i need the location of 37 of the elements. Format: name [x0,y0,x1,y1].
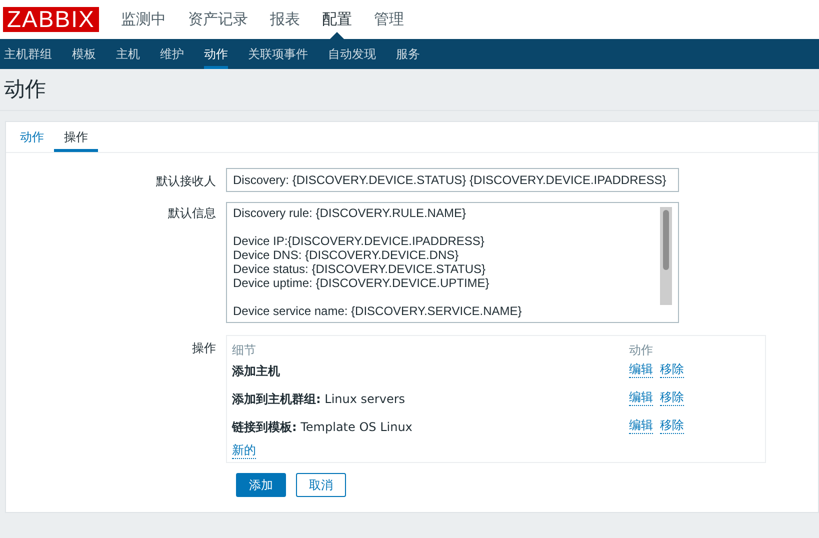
submenu-item[interactable]: 主机群组 [4,39,52,69]
action-link[interactable]: 编辑 [629,390,653,406]
field-label: 默认接收人 [155,173,217,190]
menu-item[interactable]: 管理 [364,0,414,39]
field-label: 操作 [191,340,217,357]
operation-detail: 添加到主机群组: Linux servers [232,391,406,408]
field-label: 默认信息 [167,205,217,222]
submenu-item[interactable]: 动作 [204,39,228,69]
submenu-item[interactable]: 服务 [396,39,420,69]
message-text: Discovery rule: {DISCOVERY.RULE.NAME} Device IP:{DISCOVERY.DEVICE.IPADDRESS} Device DNS: {DISCOVERY.DEVICE.DNS} Device status: {DISCOVERY.DEVICE.STATUS} Device uptime: {DISCOVERY.DEVICE.UPTIME} Device service name: {DISCOVERY.SERVICE.NAME} [232,205,523,318]
subject-input[interactable]: Discovery: {DISCOVERY.DEVICE.STATUS} {DISCOVERY.DEVICE.IPADDRESS} [226,168,679,192]
action-link[interactable]: 移除 [660,362,684,378]
action-link[interactable]: 编辑 [629,362,653,378]
action-link[interactable]: 移除 [660,390,684,406]
submenu-item[interactable]: 关联项事件 [248,39,308,69]
submenu-item[interactable]: 模板 [72,39,96,69]
action-link[interactable]: 移除 [660,418,684,434]
column-header: 细节 [232,342,257,357]
submenu-item[interactable]: 主机 [116,39,140,69]
column-header: 动作 [629,342,653,357]
operation-detail: 链接到模板: Template OS Linux [232,419,414,436]
submenu-item[interactable]: 自动发现 [328,39,376,69]
message-textarea[interactable] [226,202,679,323]
page-title: 动作 [4,76,46,103]
menu-item[interactable]: 报表 [260,0,310,39]
cancel-button[interactable]: 取消 [296,473,346,497]
tab[interactable]: 操作 [54,122,98,152]
menu-item[interactable]: 监测中 [110,0,176,39]
submenu-item[interactable]: 维护 [160,39,184,69]
add-button[interactable]: 添加 [236,473,286,497]
scrollbar[interactable] [660,207,672,305]
zabbix-logo[interactable]: ZABBIX [3,7,99,32]
tab[interactable]: 动作 [10,122,54,152]
new-link[interactable]: 新的 [232,443,256,459]
operation-detail: 添加主机 [232,363,281,380]
action-link[interactable]: 编辑 [629,418,653,434]
menu-item[interactable]: 资产记录 [178,0,258,39]
